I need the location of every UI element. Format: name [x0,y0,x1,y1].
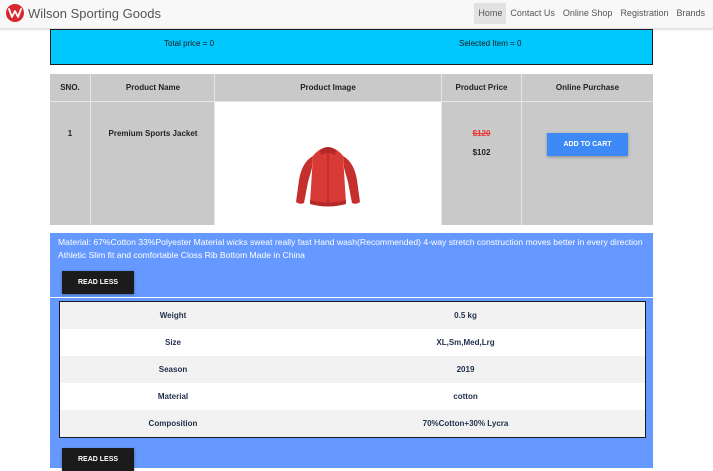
wilson-w-icon [8,8,22,18]
old-price-value: $120 [472,129,491,138]
spec-value: 0.5 kg [454,311,477,320]
header-sno: SNO. [60,83,80,92]
spec-row-weight: Weight 0.5 kg [60,302,645,329]
nav-registration[interactable]: Registration [616,3,672,24]
red-jacket-image [296,147,360,207]
brand[interactable]: Wilson Sporting Goods [6,4,161,22]
navbar: Wilson Sporting Goods Home Contact Us On… [0,0,713,29]
nav-brands[interactable]: Brands [672,3,709,24]
description-text: Material: 67%Cotton 33%Polyester Materia… [58,237,643,260]
cart-summary-bar: Total price = 0 Selected Item = 0 [50,29,653,65]
product-specs: Weight 0.5 kg Size XL,Sm,Med,Lrg Season … [50,298,653,471]
new-price-value: $102 [472,148,491,157]
spec-row-material: Material cotton [60,383,645,410]
old-price: $120 [442,129,521,138]
header-online-purchase: Online Purchase [555,83,620,92]
row-sno: 1 [67,129,73,138]
spec-key: Composition [148,419,198,428]
product-name: Premium Sports Jacket [108,129,198,138]
spec-value: 70%Cotton+30% Lycra [422,419,509,428]
specs-table: Weight 0.5 kg Size XL,Sm,Med,Lrg Season … [59,301,646,438]
nav-links: Home Contact Us Online Shop Registration… [474,3,709,24]
brand-name: Wilson Sporting Goods [28,5,161,21]
spec-row-size: Size XL,Sm,Med,Lrg [60,329,645,356]
selected-items: Selected Item = 0 [459,39,522,48]
header-product-price: Product Price [455,83,508,92]
product-description: Material: 67%Cotton 33%Polyester Materia… [50,233,653,297]
header-product-name: Product Name [125,83,181,92]
product-image[interactable] [215,102,441,225]
nav-home[interactable]: Home [474,3,507,24]
add-to-cart-button[interactable]: ADD TO CART [547,133,628,156]
total-price: Total price = 0 [164,39,215,48]
spec-value: XL,Sm,Med,Lrg [436,338,495,347]
nav-contact-us[interactable]: Contact Us [506,3,559,24]
spec-value: 2019 [456,365,475,374]
read-less-button[interactable]: READ LESS [62,271,134,294]
new-price: $102 [442,148,521,157]
column-divider [90,74,91,225]
column-divider [521,74,522,225]
header-product-image: Product Image [300,83,356,92]
spec-value: cotton [453,392,478,401]
wilson-logo-icon [6,4,24,22]
nav-online-shop[interactable]: Online Shop [559,3,617,24]
spec-key: Weight [159,311,187,320]
spec-key: Season [158,365,188,374]
spec-row-season: Season 2019 [60,356,645,383]
spec-row-composition: Composition 70%Cotton+30% Lycra [60,410,645,437]
spec-key: Size [164,338,181,347]
spec-key: Material [157,392,189,401]
product-table: SNO. Product Name Product Image Product … [50,74,653,225]
